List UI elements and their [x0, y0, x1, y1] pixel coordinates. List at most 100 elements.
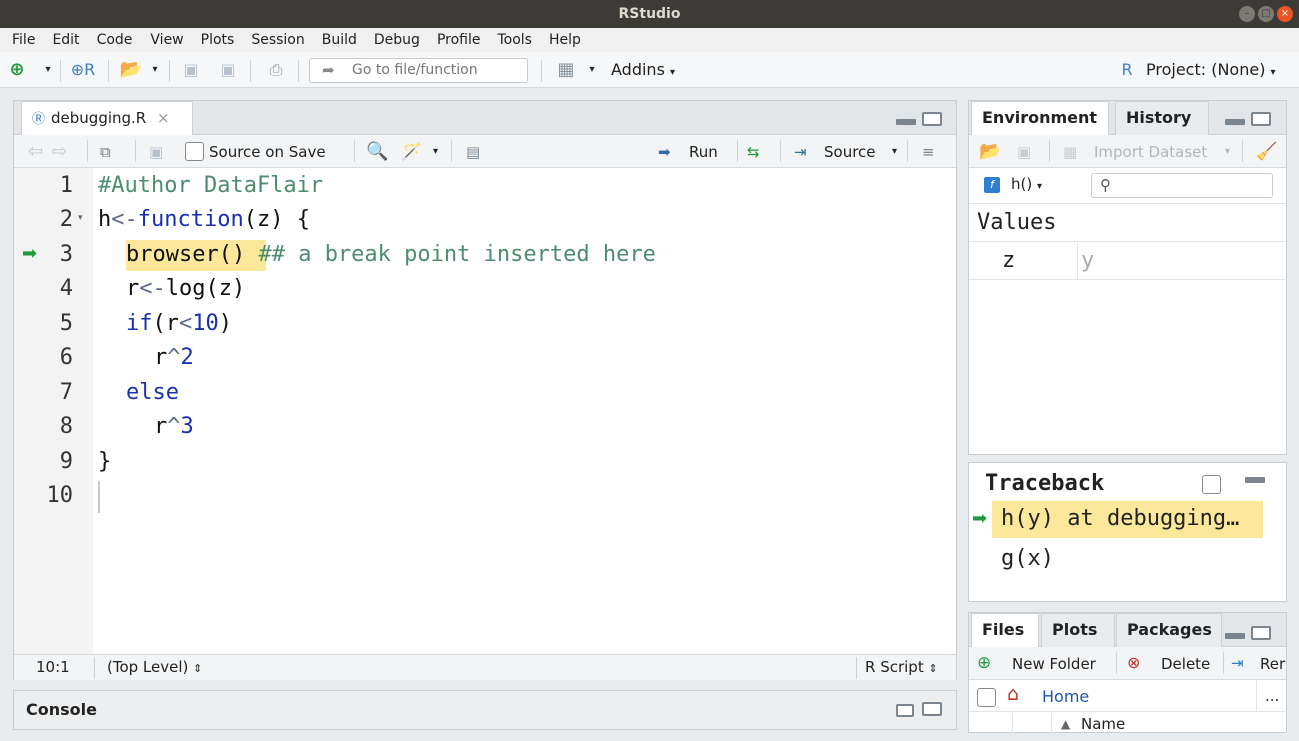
- line-gutter: 1 2 ▾ ➡ 3 4 5 6 7 8 9 10: [14, 168, 93, 654]
- scope-dropdown[interactable]: h() ▾: [1011, 175, 1042, 193]
- magic-wand-icon[interactable]: 🪄: [401, 142, 422, 162]
- name-column-header[interactable]: Name: [1081, 715, 1125, 733]
- home-breadcrumb[interactable]: Home: [1042, 687, 1089, 706]
- chevron-down-icon[interactable]: ▾: [1225, 142, 1230, 162]
- close-window-button[interactable]: ×: [1277, 6, 1293, 22]
- compile-report-icon[interactable]: ▤: [466, 142, 480, 162]
- import-dataset-button[interactable]: Import Dataset: [1094, 142, 1207, 162]
- outline-icon[interactable]: ≡: [922, 142, 935, 162]
- menu-code[interactable]: Code: [97, 28, 133, 52]
- menu-session[interactable]: Session: [251, 28, 304, 52]
- code-token: <: [179, 311, 193, 336]
- new-folder-button[interactable]: New Folder: [1012, 654, 1096, 674]
- print-icon[interactable]: ⎙: [262, 60, 290, 80]
- show-in-window-icon[interactable]: ⧉: [100, 142, 111, 162]
- code-line-3: browser() ## a break point inserted here: [126, 242, 656, 267]
- load-workspace-icon[interactable]: 📂: [979, 142, 1001, 162]
- minimize-button[interactable]: –: [1239, 6, 1255, 22]
- close-tab-icon[interactable]: ×: [157, 109, 170, 127]
- menu-debug[interactable]: Debug: [374, 28, 420, 52]
- menu-profile[interactable]: Profile: [437, 28, 481, 52]
- code-editor[interactable]: #Author DataFlair h<-function(z) { brows…: [93, 168, 956, 654]
- select-all-checkbox[interactable]: [977, 688, 996, 707]
- save-icon[interactable]: ▣: [149, 142, 163, 162]
- minimize-pane-icon[interactable]: [1225, 633, 1245, 639]
- menu-plots[interactable]: Plots: [201, 28, 235, 52]
- code-line-2: h<-function(z) {: [98, 207, 310, 232]
- broom-icon[interactable]: 🧹: [1256, 142, 1277, 162]
- line-number: 4: [59, 276, 73, 301]
- console-pane[interactable]: Console: [13, 690, 957, 730]
- chevron-down-icon[interactable]: ▾: [892, 142, 897, 162]
- tab-debugging-r[interactable]: Ⓡdebugging.R ×: [21, 101, 193, 135]
- grid-layout-icon[interactable]: ▦: [554, 60, 578, 80]
- fold-arrow-icon[interactable]: ▾: [78, 213, 83, 223]
- project-menu[interactable]: Project: (None) ▾: [1146, 60, 1276, 80]
- sort-ascending-icon[interactable]: ▲: [1061, 717, 1070, 731]
- delete-icon[interactable]: ⊗: [1127, 653, 1140, 673]
- maximize-pane-icon[interactable]: [922, 112, 942, 126]
- table-row[interactable]: z y: [969, 242, 1286, 280]
- traceback-frame-current[interactable]: h(y) at debugging…: [992, 501, 1263, 538]
- menu-file[interactable]: File: [12, 28, 35, 52]
- restore-pane-icon[interactable]: [896, 704, 914, 717]
- minimize-pane-icon[interactable]: [1245, 477, 1265, 483]
- project-label: Project: (None): [1146, 60, 1266, 79]
- chevron-down-icon[interactable]: ▾: [586, 60, 598, 80]
- new-file-icon[interactable]: ⊕: [8, 60, 26, 80]
- menu-help[interactable]: Help: [549, 28, 581, 52]
- forward-arrow-icon[interactable]: ⇨: [52, 142, 67, 162]
- code-token: ^: [167, 345, 181, 370]
- tab-environment[interactable]: Environment: [971, 101, 1109, 135]
- run-arrow-icon[interactable]: ➡: [658, 142, 671, 162]
- new-project-icon[interactable]: ⊕R: [66, 60, 100, 80]
- menu-tools[interactable]: Tools: [497, 28, 532, 52]
- line-number: 5: [59, 311, 73, 336]
- scope-selector[interactable]: (Top Level) ⇕: [107, 655, 202, 681]
- minimize-pane-icon[interactable]: [896, 119, 916, 125]
- maximize-pane-icon[interactable]: [1251, 626, 1271, 640]
- source-on-save-checkbox[interactable]: [185, 142, 204, 161]
- search-icon[interactable]: 🔍: [366, 142, 388, 162]
- rerun-icon[interactable]: ⇆: [747, 142, 760, 162]
- menu-edit[interactable]: Edit: [52, 28, 79, 52]
- back-arrow-icon[interactable]: ⇦: [28, 142, 43, 162]
- more-button[interactable]: ...: [1265, 687, 1279, 705]
- home-icon[interactable]: ⌂: [1007, 683, 1019, 705]
- maximize-button[interactable]: □: [1258, 6, 1274, 22]
- save-icon[interactable]: ▣: [180, 60, 202, 80]
- minimize-pane-icon[interactable]: [1225, 119, 1245, 125]
- save-all-icon[interactable]: ▣: [216, 60, 240, 80]
- source-file-icon[interactable]: ⇥: [794, 142, 807, 162]
- files-pane: Files Plots Packages ⊕ New Folder ⊗ Dele…: [968, 612, 1287, 733]
- addins-button[interactable]: Addins ▾: [611, 60, 675, 80]
- menu-view[interactable]: View: [150, 28, 183, 52]
- show-internals-checkbox[interactable]: [1202, 475, 1221, 494]
- chevron-down-icon[interactable]: ▾: [42, 60, 54, 80]
- comment-token: ## a break point inserted here: [245, 242, 656, 267]
- run-button[interactable]: Run: [689, 142, 718, 162]
- environment-toolbar: 📂 ▣ ▦ Import Dataset ▾ 🧹: [969, 135, 1286, 168]
- window-title: RStudio: [618, 6, 681, 22]
- new-folder-icon[interactable]: ⊕: [977, 653, 991, 673]
- environment-search-input[interactable]: ⚲: [1091, 173, 1273, 198]
- import-dataset-icon[interactable]: ▦: [1063, 142, 1077, 162]
- rename-icon[interactable]: ⇥: [1231, 653, 1244, 673]
- tab-history[interactable]: History: [1115, 101, 1209, 135]
- save-workspace-icon[interactable]: ▣: [1017, 142, 1031, 162]
- open-folder-icon[interactable]: 📂: [116, 60, 146, 80]
- tab-files[interactable]: Files: [971, 613, 1039, 647]
- traceback-frame[interactable]: g(x): [992, 541, 1263, 578]
- maximize-pane-icon[interactable]: [922, 702, 942, 716]
- filetype-selector[interactable]: R Script ⇕: [865, 655, 938, 681]
- rename-button[interactable]: Rer: [1260, 654, 1285, 674]
- menu-build[interactable]: Build: [322, 28, 357, 52]
- source-button[interactable]: Source: [824, 142, 876, 162]
- goto-file-input[interactable]: ➦ Go to file/function: [309, 58, 528, 83]
- maximize-pane-icon[interactable]: [1251, 112, 1271, 126]
- chevron-down-icon[interactable]: ▾: [433, 142, 438, 162]
- delete-button[interactable]: Delete: [1161, 654, 1210, 674]
- chevron-down-icon[interactable]: ▾: [149, 60, 161, 80]
- tab-plots[interactable]: Plots: [1041, 613, 1115, 647]
- tab-packages[interactable]: Packages: [1116, 613, 1222, 647]
